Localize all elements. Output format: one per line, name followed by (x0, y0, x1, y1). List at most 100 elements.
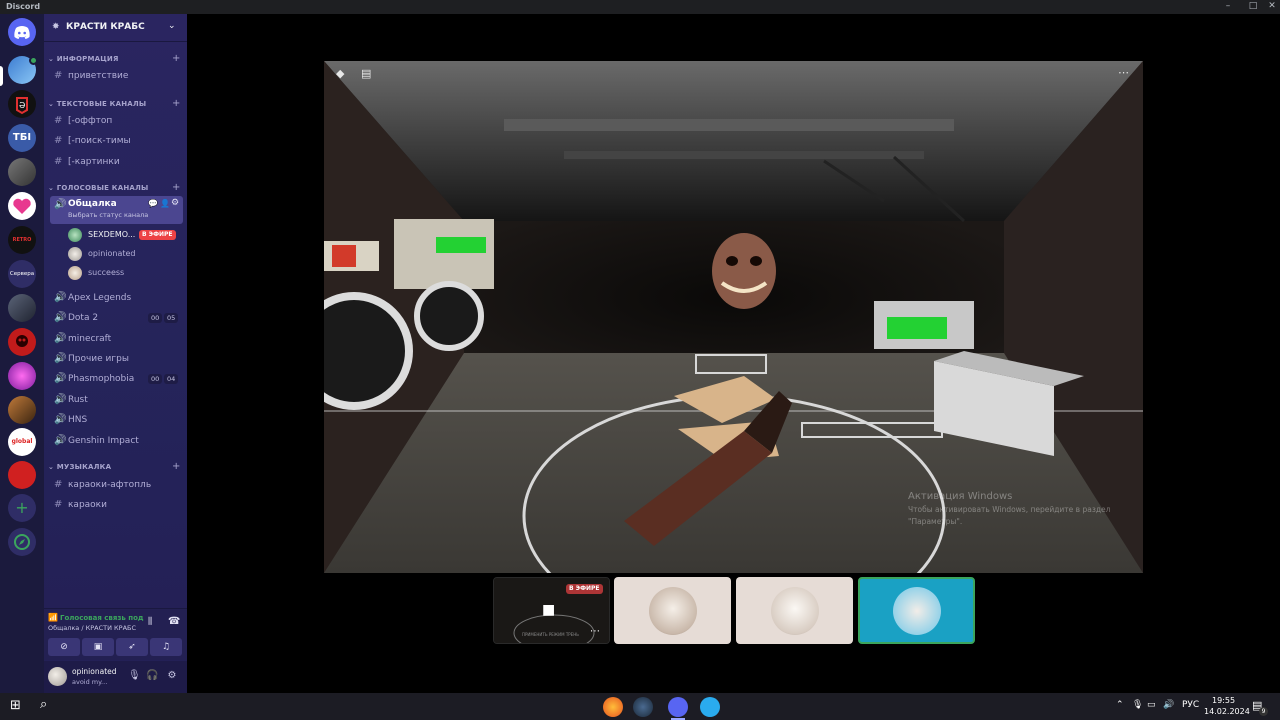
language-indicator[interactable]: РУС (1182, 700, 1199, 710)
explore-compass-icon[interactable] (8, 528, 36, 556)
speaker-icon: 🔊 (54, 199, 67, 210)
channel-label: Dota 2 (68, 313, 99, 323)
telegram-icon[interactable] (700, 697, 720, 717)
stream-view[interactable]: ◆ ▤ ⋯ Активация Windows Чтобы активирова… (324, 61, 1143, 573)
channel-minecraft[interactable]: 🔊 minecraft (50, 330, 183, 348)
noise-suppression-icon[interactable]: ⫼ (148, 617, 152, 627)
add-channel-icon[interactable]: + (172, 98, 181, 109)
add-channel-icon[interactable]: + (172, 182, 181, 193)
voice-status[interactable]: Голосовая связь под (60, 614, 144, 622)
channel-apex[interactable]: 🔊 Apex Legends (50, 289, 183, 307)
channel-offtop[interactable]: # [-оффтоп (50, 112, 183, 130)
category-voice[interactable]: ⌄ ГОЛОСОВЫЕ КАНАЛЫ + (48, 182, 180, 193)
server-icon-3[interactable]: ТБI (8, 124, 36, 152)
maximize-icon[interactable]: □ (1243, 1, 1263, 13)
firefox-icon[interactable] (603, 697, 623, 717)
network-icon[interactable]: ▭ (1147, 700, 1156, 710)
channel-search[interactable]: # [-поиск-тимы (50, 132, 183, 150)
channel-pics[interactable]: # [-картинки (50, 153, 183, 171)
server-icon-13[interactable] (8, 461, 36, 489)
server-header[interactable]: ✸ КРАСТИ КРАБС ⌄ (44, 14, 187, 42)
channel-obshchalka[interactable]: 🔊 Общалка Выбрать статус канала 💬 👤 ⚙ (50, 196, 183, 224)
activities-rocket-button[interactable]: ➶ (116, 638, 148, 656)
microphone-icon[interactable]: 🎙 (128, 670, 141, 682)
gear-icon[interactable]: ⚙ (166, 670, 178, 682)
participant-tile[interactable] (736, 577, 853, 644)
notification-count: 9 (1259, 707, 1268, 716)
server-icon-9[interactable] (8, 328, 36, 356)
user-count: 00 (148, 374, 163, 384)
windows-start-icon[interactable]: ⊞ (10, 698, 21, 713)
channel-label: караоки-афтопль (68, 480, 152, 490)
roblox-icon[interactable]: ◆ (336, 67, 344, 80)
disconnect-icon[interactable]: ☎ (168, 616, 180, 627)
channel-genshin[interactable]: 🔊 Genshin Impact (50, 432, 183, 450)
participant-tile[interactable] (614, 577, 731, 644)
username[interactable]: opinionated (72, 667, 117, 676)
channel-other-games[interactable]: 🔊 Прочие игры (50, 350, 183, 368)
discord-taskbar-icon[interactable] (668, 697, 688, 717)
channel-karaoke[interactable]: # караоки (50, 496, 183, 514)
voice-connection-panel: 📶 Голосовая связь под Общалка / КРАСТИ К… (44, 608, 187, 660)
channel-rust[interactable]: 🔊 Rust (50, 391, 183, 409)
clock-date[interactable]: 14.02.2024 (1204, 707, 1250, 716)
minimize-icon[interactable]: – (1218, 1, 1238, 13)
search-icon[interactable]: ⌕ (40, 697, 47, 712)
steam-icon[interactable] (633, 697, 653, 717)
voice-user[interactable]: SEXDEMO... В ЭФИРЕ (68, 227, 183, 243)
avatar (771, 587, 819, 635)
gear-icon[interactable]: ⚙ (171, 198, 179, 208)
live-badge: В ЭФИРЕ (139, 230, 176, 240)
channel-status-hint[interactable]: Выбрать статус канала (68, 211, 148, 219)
avatar[interactable] (48, 667, 67, 686)
stream-preview-tile[interactable]: В ЭФИРЕ ■ ПРИМЕНИТЬ РЕЖИМ ТРЕНЬ ⋯ (493, 577, 610, 644)
close-icon[interactable]: ✕ (1262, 1, 1280, 13)
server-icon-4[interactable] (8, 158, 36, 186)
clock-time[interactable]: 19:55 (1212, 696, 1235, 705)
hash-icon: # (54, 70, 63, 81)
invite-icon[interactable]: 👤 (160, 199, 170, 208)
server-icon-5[interactable] (8, 192, 36, 220)
voice-user[interactable]: succeess (68, 265, 183, 281)
title-bar: Discord – □ ✕ (0, 0, 1280, 14)
channel-phasmophobia[interactable]: 🔊 Phasmophobia 00 04 (50, 370, 183, 388)
more-icon[interactable]: ⋯ (590, 626, 600, 637)
voice-user[interactable]: opinionated (68, 246, 183, 262)
chevron-down-icon[interactable]: ⌄ (168, 21, 176, 31)
server-icon-10[interactable] (8, 362, 36, 390)
selected-server-pill (0, 66, 3, 86)
server-icon-6[interactable]: RETRO (8, 226, 36, 254)
server-icon-11[interactable] (8, 396, 36, 424)
channel-welcome[interactable]: # приветствие (50, 67, 183, 85)
camera-off-button[interactable]: ⊘ (48, 638, 80, 656)
channel-dota[interactable]: 🔊 Dota 2 00 05 (50, 309, 183, 327)
server-icon-2[interactable]: Ə (8, 90, 36, 118)
category-music-label: МУЗЫКАЛКА (56, 463, 112, 471)
add-channel-icon[interactable]: + (172, 53, 181, 64)
microphone-icon[interactable]: 🎙 (1132, 700, 1143, 710)
chevron-up-icon[interactable]: ⌃ (1116, 700, 1124, 710)
add-channel-icon[interactable]: + (172, 461, 181, 472)
category-text[interactable]: ⌄ ТЕКСТОВЫЕ КАНАЛЫ + (48, 98, 180, 109)
server-boost-icon: ✸ (52, 22, 60, 32)
channel-karaoke-aftpl[interactable]: # караоки-афтопль (50, 476, 183, 494)
channel-hns[interactable]: 🔊 HNS (50, 411, 183, 429)
chat-icon[interactable]: ▤ (361, 67, 371, 80)
watermark-text: Чтобы активировать Windows, перейдите в … (908, 505, 1111, 514)
category-music[interactable]: ⌄ МУЗЫКАЛКА + (48, 461, 180, 472)
volume-icon[interactable]: 🔊 (1163, 700, 1174, 710)
server-folder[interactable]: Сервера (8, 260, 36, 288)
participant-tile-speaking[interactable] (858, 577, 975, 644)
chat-icon[interactable]: 💬 (148, 199, 158, 208)
category-info[interactable]: ⌄ ИНФОРМАЦИЯ + (48, 53, 180, 64)
more-options-icon[interactable]: ⋯ (1118, 66, 1129, 79)
headphones-icon[interactable]: 🎧 (146, 670, 158, 682)
server-icon-8[interactable] (8, 294, 36, 322)
soundboard-button[interactable]: ♫ (150, 638, 182, 656)
screen-share-button[interactable]: ▣ (82, 638, 114, 656)
add-server-icon[interactable]: + (8, 494, 36, 522)
home-discord-icon[interactable] (8, 18, 36, 46)
server-icon-global[interactable]: global (8, 428, 36, 456)
voice-location[interactable]: Общалка / КРАСТИ КРАБС (48, 624, 136, 632)
signal-icon[interactable]: 📶 (48, 613, 58, 622)
